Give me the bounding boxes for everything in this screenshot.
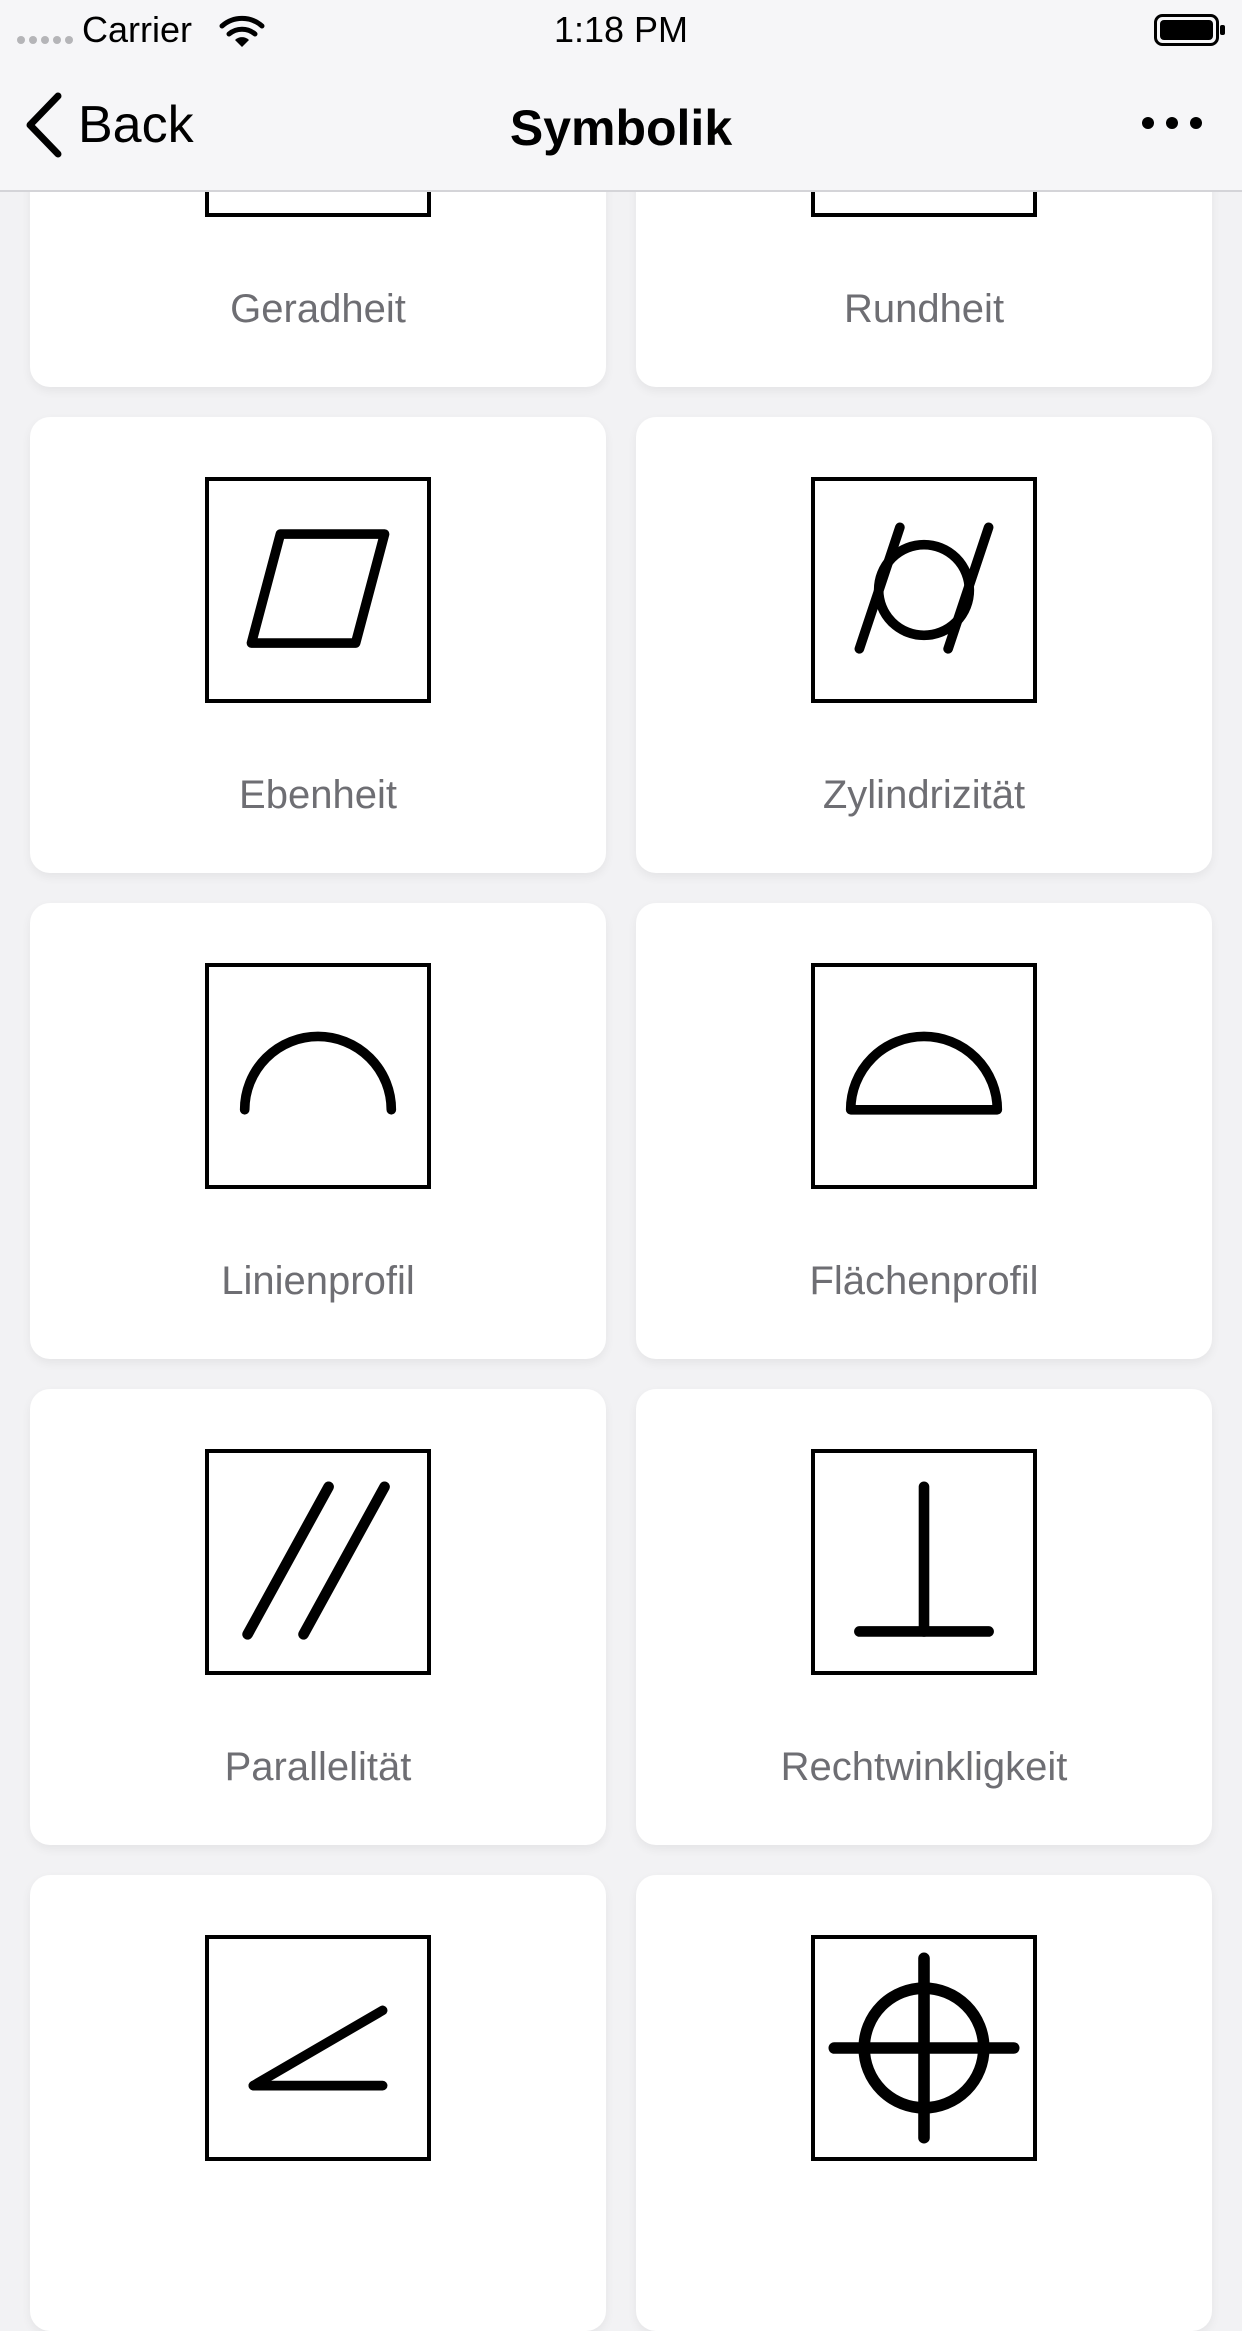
symbol-card-perpendicularity[interactable]: Rechtwinkligkeit xyxy=(636,1389,1212,1845)
navigation-bar: Back Symbolik xyxy=(0,60,1242,192)
flatness-icon xyxy=(205,477,431,703)
symbol-card-parallelism[interactable]: Parallelität xyxy=(30,1389,606,1845)
symbol-grid: Geradheit Rundheit Ebenheit Zylindrizitä… xyxy=(30,0,1212,2331)
cylindricity-icon xyxy=(811,477,1037,703)
symbol-card-cylindricity[interactable]: Zylindrizität xyxy=(636,417,1212,873)
symbol-card-angularity[interactable] xyxy=(30,1875,606,2331)
symbol-label: Flächenprofil xyxy=(809,1259,1039,1303)
symbol-label: Parallelität xyxy=(224,1745,412,1789)
status-bar: Carrier 1:18 PM xyxy=(0,0,1242,60)
perpendicularity-icon xyxy=(811,1449,1037,1675)
surface-profile-icon xyxy=(811,963,1037,1189)
symbol-label: Rechtwinkligkeit xyxy=(780,1745,1068,1789)
parallelism-icon xyxy=(205,1449,431,1675)
status-time: 1:18 PM xyxy=(553,9,689,50)
symbol-card-line-profile[interactable]: Linienprofil xyxy=(30,903,606,1359)
position-icon xyxy=(811,1935,1037,2161)
line-profile-icon xyxy=(205,963,431,1189)
page-title: Symbolik xyxy=(509,100,733,156)
ellipsis-icon xyxy=(1142,117,1202,129)
symbol-label: Zylindrizität xyxy=(822,773,1026,817)
symbol-label: Geradheit xyxy=(230,287,406,331)
symbol-card-flatness[interactable]: Ebenheit xyxy=(30,417,606,873)
angularity-icon xyxy=(205,1935,431,2161)
battery-icon xyxy=(1154,14,1225,46)
symbol-card-position[interactable] xyxy=(636,1875,1212,2331)
more-options-button[interactable] xyxy=(1140,90,1204,156)
symbol-label: Linienprofil xyxy=(221,1259,415,1303)
symbol-label: Rundheit xyxy=(843,287,1005,331)
symbol-card-surface-profile[interactable]: Flächenprofil xyxy=(636,903,1212,1359)
symbol-label: Ebenheit xyxy=(239,773,397,817)
